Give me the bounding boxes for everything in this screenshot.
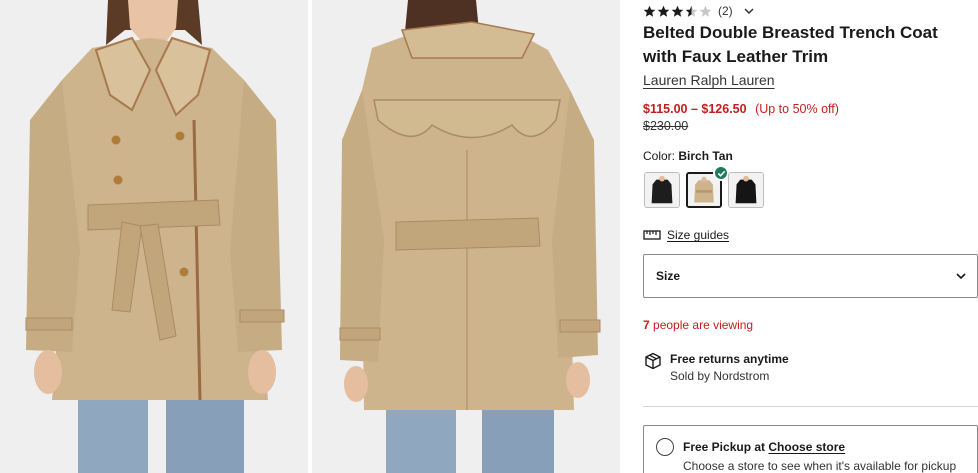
viewers-number: 7: [643, 318, 650, 332]
divider: [643, 406, 978, 407]
sale-price: $115.00 – $126.50 (Up to 50% off): [643, 102, 839, 116]
brand-link[interactable]: Lauren Ralph Lauren: [643, 72, 775, 88]
choose-store-link[interactable]: Choose store: [768, 440, 845, 454]
review-count[interactable]: (2): [718, 4, 733, 18]
swatch-black[interactable]: [644, 172, 680, 208]
image-gallery: [0, 0, 620, 473]
swatch-black-image: [645, 173, 679, 207]
pickup-option[interactable]: Free Pickup at Choose store Choose a sto…: [643, 425, 978, 473]
chevron-down-icon[interactable]: [743, 5, 755, 17]
viewers-count: 7 people are viewing: [643, 318, 753, 332]
price-range: $115.00 – $126.50: [643, 102, 747, 116]
size-guides-label: Size guides: [667, 228, 730, 242]
star-icon: [685, 5, 698, 17]
returns-title: Free returns anytime: [670, 352, 789, 366]
size-guides-link[interactable]: Size guides: [643, 228, 729, 242]
ruler-icon: [643, 230, 661, 240]
product-title: Belted Double Breasted Trench Coat with …: [643, 23, 938, 66]
star-icon: [657, 5, 670, 17]
discount-text: (Up to 50% off): [755, 102, 839, 116]
swatch-black-alt-image: [729, 173, 763, 207]
product-image-front-illustration: [0, 0, 308, 473]
selected-check-icon: [713, 165, 729, 181]
package-return-icon: [645, 352, 661, 370]
product-image-back-illustration: [312, 0, 620, 473]
pickup-subtitle: Choose a store to see when it's availabl…: [683, 459, 957, 473]
color-swatches: [644, 165, 764, 208]
product-image-back[interactable]: [312, 0, 620, 473]
color-label: Color: Birch Tan: [643, 149, 733, 163]
swatch-black-alt[interactable]: [728, 172, 764, 208]
original-price: $230.00: [643, 119, 689, 133]
returns-subtitle: Sold by Nordstrom: [670, 369, 770, 383]
size-select-label: Size: [656, 269, 681, 283]
product-info-panel: (2) Belted Double Breasted Trench Coat w…: [643, 0, 978, 473]
pickup-title: Free Pickup at Choose store: [683, 440, 845, 454]
selected-color-name: Birch Tan: [678, 149, 733, 163]
star-icon: [643, 5, 656, 17]
star-icon: [671, 5, 684, 17]
pickup-label: Free Pickup at: [683, 440, 766, 454]
pickup-radio[interactable]: [656, 438, 674, 456]
star-rating: [643, 5, 712, 18]
product-image-front[interactable]: [0, 0, 308, 473]
size-select[interactable]: Size: [643, 254, 978, 298]
free-returns: Free returns anytime Sold by Nordstrom: [643, 351, 789, 385]
star-icon: [699, 5, 712, 17]
viewers-text: people are viewing: [653, 318, 754, 332]
chevron-down-icon: [956, 273, 966, 280]
rating-row[interactable]: (2): [643, 3, 755, 19]
color-label-prefix: Color:: [643, 149, 676, 163]
